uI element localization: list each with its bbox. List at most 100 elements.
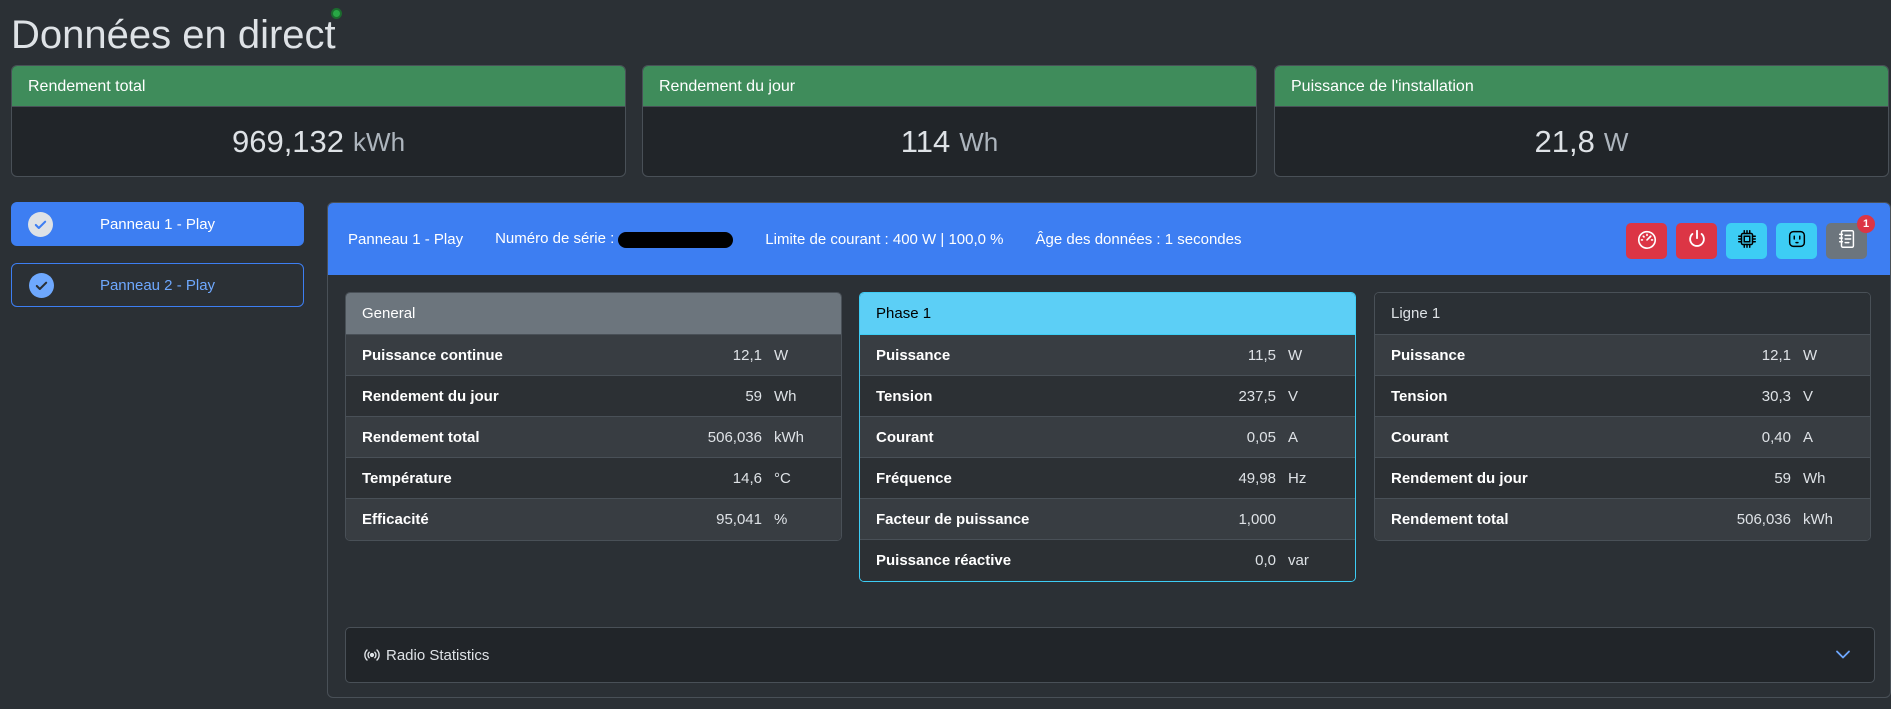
row-unit: Hz xyxy=(1288,469,1307,487)
row-unit: A xyxy=(1288,428,1299,446)
table-row: Puissance 11,5 W xyxy=(860,335,1355,376)
event-log-button[interactable]: 1 xyxy=(1826,215,1875,259)
phase-card: Phase 1 Puissance 11,5 W Tension 237,5 V… xyxy=(859,292,1356,582)
row-unit: var xyxy=(1288,552,1309,569)
row-unit: kWh xyxy=(774,428,804,446)
row-label: Facteur de puissance xyxy=(876,510,1030,528)
row-value: 59 xyxy=(745,387,762,405)
inverter-tab-label: Panneau 1 - Play xyxy=(99,215,216,233)
table-row: Efficacité 95,041 % xyxy=(346,499,841,540)
radio-waves-icon xyxy=(364,648,380,662)
row-value: 30,3 xyxy=(1761,387,1791,405)
row-unit: kWh xyxy=(1803,511,1833,528)
row-label: Efficacité xyxy=(362,511,429,528)
table-row: Tension 237,5 V xyxy=(860,376,1355,417)
power-icon xyxy=(1686,228,1708,254)
check-circle-icon xyxy=(28,211,53,237)
installation-power-card: Puissance de l'installation 21,8 W xyxy=(1274,65,1889,177)
radio-statistics-label: Radio Statistics xyxy=(386,646,490,664)
device-info-button[interactable] xyxy=(1726,223,1767,259)
inverter-detail-card: Panneau 1 - Play Numéro de série : Limit… xyxy=(327,202,1891,698)
notebook-icon xyxy=(1836,228,1858,254)
row-label: Courant xyxy=(876,428,934,446)
card-header: Puissance de l'installation xyxy=(1275,66,1888,107)
table-row: Courant 0,05 A xyxy=(860,417,1355,458)
string-card: Ligne 1 Puissance 12,1 W Tension 30,3 V … xyxy=(1374,292,1871,541)
row-value: 14,6 xyxy=(732,469,762,487)
row-unit: Wh xyxy=(1803,469,1826,487)
serial-label: Numéro de série : xyxy=(495,230,615,248)
table-row: Puissance 12,1 W xyxy=(1375,335,1870,376)
inverter-tab-2[interactable]: Panneau 2 - Play xyxy=(11,263,304,307)
row-value: 49,98 xyxy=(1238,469,1276,487)
connection-status-dot xyxy=(331,8,342,19)
limit-settings-button[interactable] xyxy=(1626,223,1667,259)
power-limit-status: Limite de courant : 400 W | 100,0 % xyxy=(765,230,1004,248)
row-label: Tension xyxy=(876,387,933,405)
row-unit: V xyxy=(1288,387,1299,405)
row-value: 0,40 xyxy=(1761,428,1791,446)
table-row: Puissance réactive 0,0 var xyxy=(860,540,1355,581)
radio-statistics-accordion[interactable]: Radio Statistics xyxy=(345,627,1875,683)
total-yield-card: Rendement total 969,132 kWh xyxy=(11,65,626,177)
row-value: 95,041 xyxy=(716,511,762,528)
row-unit: V xyxy=(1803,387,1814,405)
row-label: Puissance réactive xyxy=(876,552,1012,569)
data-age: Âge des données : 1 secondes xyxy=(1035,230,1242,248)
row-unit: Wh xyxy=(774,387,797,405)
gauge-icon xyxy=(1636,228,1658,254)
row-value: 12,1 xyxy=(732,346,762,364)
table-row: Courant 0,40 A xyxy=(1375,417,1870,458)
inverter-tab-label: Panneau 2 - Play xyxy=(99,276,216,294)
card-value: 114 xyxy=(900,124,951,159)
row-value: 59 xyxy=(1774,469,1791,487)
table-row: Rendement total 506,036 kWh xyxy=(1375,499,1870,540)
row-label: Tension xyxy=(1391,387,1448,405)
table-row: Rendement du jour 59 Wh xyxy=(346,376,841,417)
card-header: Rendement total xyxy=(12,66,625,107)
table-row: Température 14,6 °C xyxy=(346,458,841,499)
row-label: Température xyxy=(362,469,452,487)
row-unit: W xyxy=(774,346,789,364)
row-unit: % xyxy=(774,511,788,528)
row-label: Puissance continue xyxy=(362,346,503,364)
row-value: 506,036 xyxy=(707,428,762,446)
row-label: Fréquence xyxy=(876,469,952,487)
chip-icon xyxy=(1736,228,1758,254)
table-row: Tension 30,3 V xyxy=(1375,376,1870,417)
row-value: 11,5 xyxy=(1247,346,1276,364)
inverter-tab-1[interactable]: Panneau 1 - Play xyxy=(11,202,304,246)
card-unit: Wh xyxy=(959,126,999,157)
row-unit: W xyxy=(1803,346,1818,364)
row-value: 237,5 xyxy=(1238,387,1276,405)
outlet-icon xyxy=(1786,228,1808,254)
table-row: Puissance continue 12,1 W xyxy=(346,335,841,376)
row-unit: °C xyxy=(774,469,791,487)
table-row: Rendement total 506,036 kWh xyxy=(346,417,841,458)
event-count-badge: 1 xyxy=(1857,215,1875,233)
general-card-title: General xyxy=(346,293,841,335)
table-row: Rendement du jour 59 Wh xyxy=(1375,458,1870,499)
row-value: 1,000 xyxy=(1238,510,1276,528)
inverter-header: Panneau 1 - Play Numéro de série : Limit… xyxy=(328,203,1890,275)
card-value: 21,8 xyxy=(1534,124,1595,159)
serial-redacted xyxy=(618,231,734,248)
row-value: 12,1 xyxy=(1761,346,1791,364)
row-label: Courant xyxy=(1391,428,1449,446)
grid-profile-button[interactable] xyxy=(1776,223,1817,259)
card-unit: W xyxy=(1603,126,1629,157)
row-value: 0,05 xyxy=(1246,428,1276,446)
row-value: 506,036 xyxy=(1736,511,1791,528)
string-card-title: Ligne 1 xyxy=(1375,293,1870,335)
serial-number: Numéro de série : xyxy=(495,230,734,248)
inverter-name: Panneau 1 - Play xyxy=(348,230,464,248)
page-title: Données en direct xyxy=(11,13,336,57)
row-label: Puissance xyxy=(876,346,951,364)
row-unit: W xyxy=(1288,346,1303,364)
daily-yield-card: Rendement du jour 114 Wh xyxy=(642,65,1257,177)
card-value: 969,132 xyxy=(231,124,345,159)
row-label: Rendement total xyxy=(362,428,480,446)
chevron-down-icon xyxy=(1834,645,1852,667)
table-row: Fréquence 49,98 Hz xyxy=(860,458,1355,499)
power-control-button[interactable] xyxy=(1676,223,1717,259)
